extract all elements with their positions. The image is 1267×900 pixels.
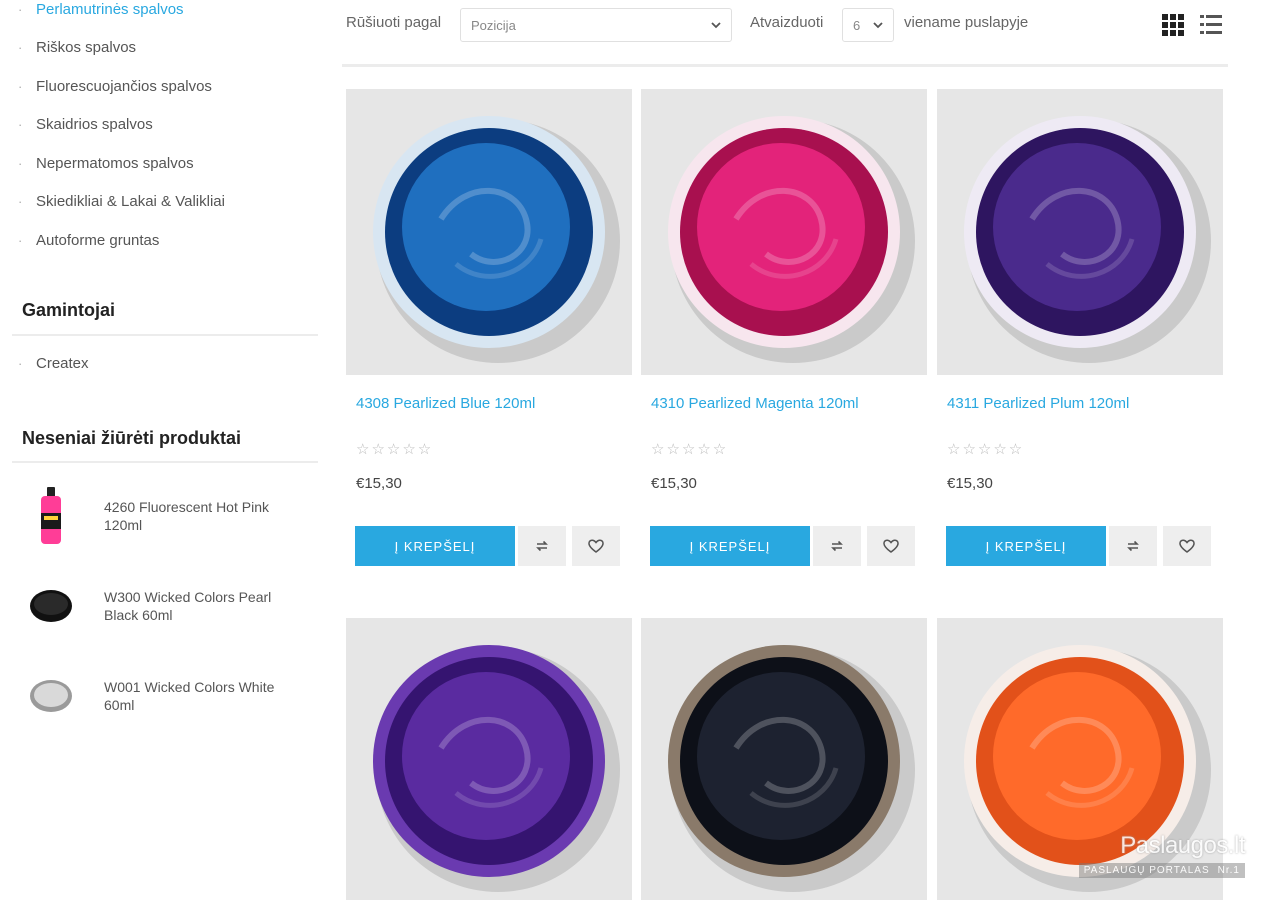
product-name[interactable]: 4311 Pearlized Plum 120ml [947, 395, 1129, 412]
product-card: 4311 Pearlized Plum 120ml ☆☆☆☆☆ €15,30 Į… [937, 89, 1223, 566]
heart-icon [1179, 539, 1195, 553]
bullet-icon: · [18, 40, 23, 56]
recent-products-title: Neseniai žiūrėti produktai [22, 428, 242, 448]
category-item[interactable]: · Perlamutrinės spalvos [14, 0, 314, 29]
chevron-down-icon [873, 22, 883, 29]
add-to-cart-button[interactable]: Į KREPŠELĮ [946, 526, 1106, 566]
product-card: 4310 Pearlized Magenta 120ml ☆☆☆☆☆ €15,3… [641, 89, 927, 566]
category-label: Nepermatomos spalvos [36, 154, 194, 172]
watermark-logo: Paslaugos.lt PASLAUGŲ PORTALAS Nr.1 [1078, 832, 1246, 878]
recent-product-name: 4260 Fluorescent Hot Pink 120ml [104, 499, 269, 533]
category-label: Perlamutrinės spalvos [36, 0, 184, 18]
paint-surface-highlight [993, 143, 1161, 311]
add-to-cart-button[interactable]: Į KREPŠELĮ [355, 526, 515, 566]
category-item[interactable]: · Nepermatomos spalvos [14, 144, 314, 183]
watermark-subtitle-text: PASLAUGŲ PORTALAS [1083, 865, 1210, 876]
list-view-icon[interactable] [1198, 12, 1224, 38]
product-image[interactable] [346, 618, 632, 900]
wishlist-button[interactable] [572, 526, 620, 566]
product-card [641, 618, 927, 900]
rating-stars: ☆☆☆☆☆ [356, 441, 434, 458]
product-card: 4308 Pearlized Blue 120ml ☆☆☆☆☆ €15,30 Į… [346, 89, 632, 566]
product-thumbnail [20, 485, 82, 547]
paint-surface-highlight [697, 143, 865, 311]
manufacturer-item[interactable]: · Createx [14, 355, 89, 372]
chevron-down-icon [711, 22, 721, 29]
recent-product-name: W001 Wicked Colors White 60ml [104, 679, 275, 713]
paint-surface-highlight [993, 672, 1161, 840]
bullet-icon: · [18, 1, 23, 17]
heart-icon [883, 539, 899, 553]
category-item[interactable]: · Fluorescuojančios spalvos [14, 67, 314, 106]
bullet-icon: · [18, 232, 23, 248]
recent-product-item[interactable]: W001 Wicked Colors White 60ml [20, 661, 320, 731]
compare-icon [536, 540, 548, 552]
category-item[interactable]: · Skaidrios spalvos [14, 106, 314, 145]
category-label: Fluorescuojančios spalvos [36, 77, 212, 95]
sidebar: · Perlamutrinės spalvos · Riškos spalvos ·… [0, 0, 320, 900]
category-item[interactable]: · Autoforme gruntas [14, 221, 314, 260]
compare-button[interactable] [813, 526, 861, 566]
category-label: Autoforme gruntas [36, 231, 160, 249]
divider [12, 334, 318, 336]
category-list: · Perlamutrinės spalvos · Riškos spalvos ·… [14, 0, 314, 260]
product-price: €15,30 [356, 475, 402, 492]
bullet-icon: · [18, 117, 23, 133]
compare-button[interactable] [518, 526, 566, 566]
show-label: Atvaizduoti [750, 14, 824, 31]
product-image[interactable] [641, 89, 927, 375]
toolbar-divider [342, 64, 1228, 67]
wishlist-button[interactable] [1163, 526, 1211, 566]
paint-surface-highlight [402, 143, 570, 311]
category-label: Skaidrios spalvos [36, 116, 153, 134]
manufacturers-title: Gamintojai [22, 300, 116, 320]
per-page-select[interactable]: 6 [842, 8, 894, 42]
compare-icon [1127, 540, 1139, 552]
bullet-icon: · [18, 78, 23, 94]
rating-stars: ☆☆☆☆☆ [947, 441, 1025, 458]
recent-product-name: W300 Wicked Colors Pearl Black 60ml [104, 589, 272, 623]
rating-stars: ☆☆☆☆☆ [651, 441, 729, 458]
paint-surface-highlight [402, 672, 570, 840]
product-price: €15,30 [651, 475, 697, 492]
product-card [346, 618, 632, 900]
category-item[interactable]: · Skiedikliai & Lakai & Valikliai [14, 183, 314, 222]
product-name[interactable]: 4310 Pearlized Magenta 120ml [651, 395, 859, 412]
grid-view-icon[interactable] [1160, 12, 1186, 38]
product-image[interactable] [641, 618, 927, 900]
paint-surface-highlight [697, 672, 865, 840]
product-thumbnail [20, 575, 82, 637]
category-item[interactable]: · Riškos spalvos [14, 29, 314, 68]
product-image[interactable] [346, 89, 632, 375]
product-thumbnail [20, 665, 82, 727]
category-label: Riškos spalvos [36, 39, 137, 57]
product-toolbar: Rūšiuoti pagal Pozicija Atvaizduoti 6 vi… [340, 0, 1230, 70]
recent-product-item[interactable]: W300 Wicked Colors Pearl Black 60ml [20, 571, 320, 641]
bullet-icon: · [18, 356, 23, 371]
watermark-badge: Nr.1 [1217, 865, 1240, 876]
compare-icon [831, 540, 843, 552]
divider [12, 461, 318, 463]
manufacturer-label: Createx [36, 355, 89, 372]
watermark-subtitle: PASLAUGŲ PORTALAS Nr.1 [1078, 863, 1245, 878]
per-page-value: 6 [853, 17, 861, 33]
add-to-cart-button[interactable]: Į KREPŠELĮ [650, 526, 810, 566]
product-price: €15,30 [947, 475, 993, 492]
heart-icon [588, 539, 604, 553]
sort-select[interactable]: Pozicija [460, 8, 732, 42]
recent-product-item[interactable]: 4260 Fluorescent Hot Pink 120ml [20, 481, 320, 551]
sort-select-value: Pozicija [471, 17, 516, 33]
wishlist-button[interactable] [867, 526, 915, 566]
per-page-label: viename puslapyje [904, 14, 1029, 31]
watermark-title: Paslaugos.lt [1120, 832, 1245, 859]
category-label: Skiedikliai & Lakai & Valikliai [36, 193, 225, 211]
bullet-icon: · [18, 194, 23, 210]
bullet-icon: · [18, 155, 23, 171]
sort-label: Rūšiuoti pagal [346, 14, 442, 31]
compare-button[interactable] [1109, 526, 1157, 566]
product-image[interactable] [937, 89, 1223, 375]
product-name[interactable]: 4308 Pearlized Blue 120ml [356, 395, 535, 412]
